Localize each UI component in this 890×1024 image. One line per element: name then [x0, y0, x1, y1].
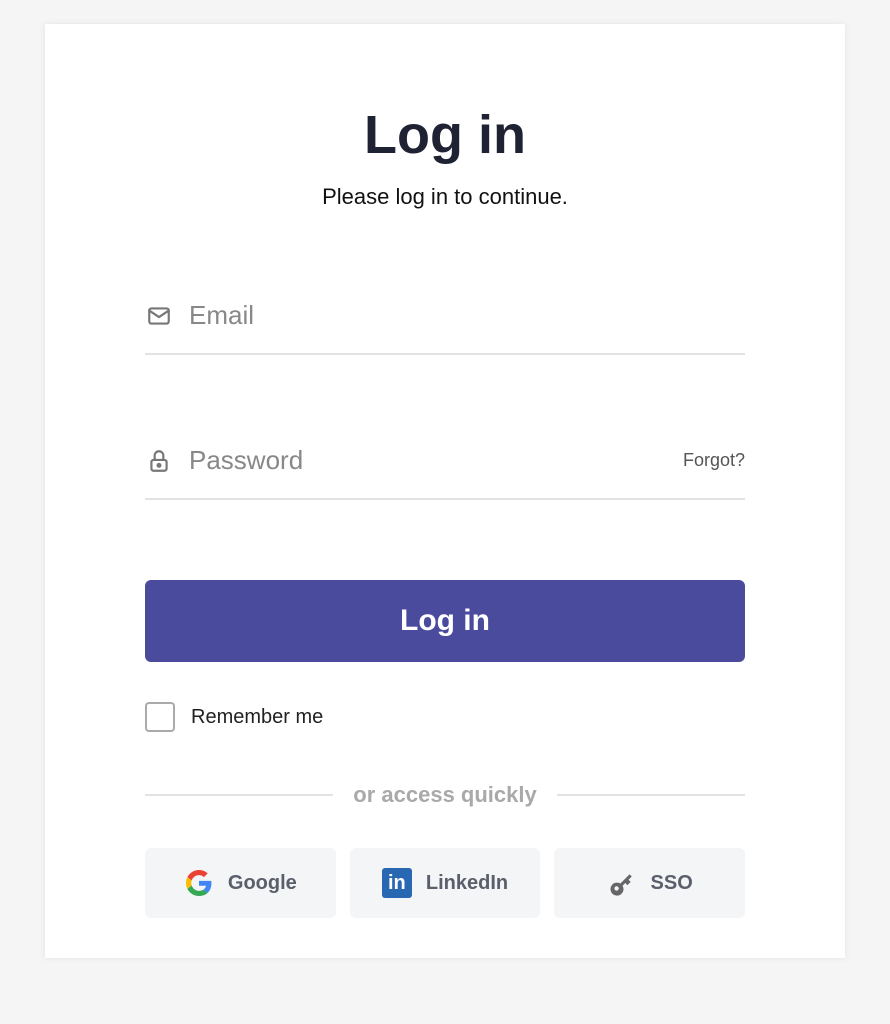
google-icon	[184, 868, 214, 898]
google-login-button[interactable]: Google	[145, 848, 336, 918]
divider-row: or access quickly	[145, 782, 745, 808]
page-subtitle: Please log in to continue.	[145, 184, 745, 210]
divider-label: or access quickly	[353, 782, 536, 808]
forgot-password-link[interactable]: Forgot?	[683, 450, 745, 471]
lock-icon	[145, 447, 173, 475]
linkedin-login-label: LinkedIn	[426, 872, 508, 895]
linkedin-icon: in	[382, 868, 412, 898]
email-icon	[145, 302, 173, 330]
login-card: Log in Please log in to continue. Forgot…	[45, 24, 845, 958]
google-login-label: Google	[228, 872, 297, 895]
remember-me-row: Remember me	[145, 702, 745, 732]
email-input[interactable]	[189, 300, 745, 331]
divider-line-right	[557, 794, 745, 796]
remember-me-label: Remember me	[191, 706, 323, 729]
sso-login-label: SSO	[651, 872, 693, 895]
remember-me-checkbox[interactable]	[145, 702, 175, 732]
password-field-row: Forgot?	[145, 435, 745, 500]
divider-line-left	[145, 794, 333, 796]
sso-login-button[interactable]: SSO	[554, 848, 745, 918]
page-title: Log in	[145, 104, 745, 166]
email-field-row	[145, 290, 745, 355]
linkedin-login-button[interactable]: in LinkedIn	[350, 848, 541, 918]
key-icon	[607, 868, 637, 898]
social-login-row: Google in LinkedIn SSO	[145, 848, 745, 918]
login-button[interactable]: Log in	[145, 580, 745, 662]
password-input[interactable]	[189, 445, 667, 476]
